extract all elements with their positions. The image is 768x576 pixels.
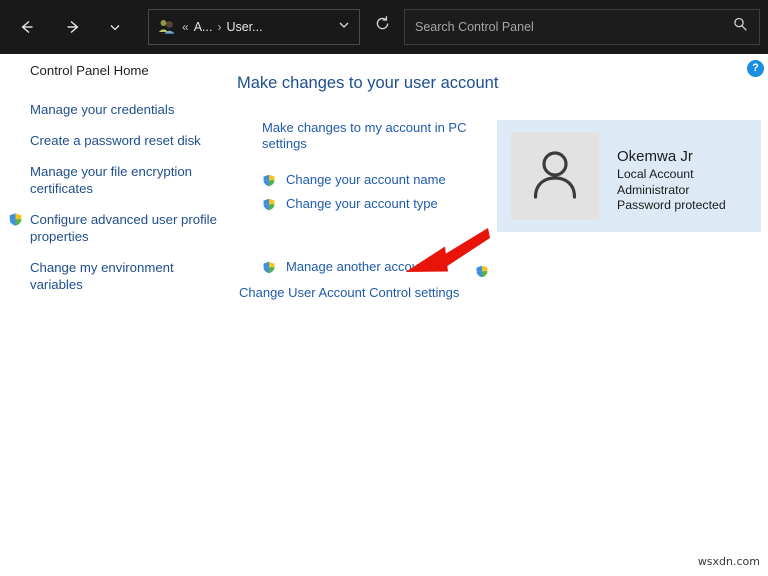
sidebar-item-environment-variables[interactable]: Change my environment variables: [0, 259, 232, 293]
search-input[interactable]: [415, 20, 715, 34]
sidebar-item-advanced-user-profile[interactable]: Configure advanced user profile properti…: [0, 211, 232, 245]
uac-shield-icon: [8, 212, 23, 227]
sidebar-item-label: Change my environment variables: [30, 260, 174, 292]
sidebar-item-label: Configure advanced user profile properti…: [30, 212, 217, 244]
sidebar-item-label: Create a password reset disk: [30, 133, 201, 148]
uac-shield-icon: [262, 260, 276, 275]
link-label: Change User Account Control settings: [239, 285, 460, 300]
link-change-account-type[interactable]: Change your account type: [262, 196, 497, 212]
account-detail-role: Administrator: [617, 182, 690, 197]
recent-locations-button[interactable]: [98, 10, 132, 44]
breadcrumb-separator[interactable]: ›: [217, 20, 221, 34]
link-label: Manage another account: [286, 259, 430, 274]
sidebar-item-manage-credentials[interactable]: Manage your credentials: [0, 101, 232, 118]
link-pc-settings[interactable]: Make changes to my account in PC setting…: [262, 120, 477, 152]
title-bar: « A... › User...: [0, 0, 768, 54]
arrow-right-icon: [64, 18, 82, 36]
sidebar-item-label: Manage your file encryption certificates: [30, 164, 193, 196]
page-title: Make changes to your user account: [237, 74, 499, 92]
account-summary-panel: Okemwa Jr Local Account Administrator Pa…: [497, 120, 761, 232]
breadcrumb-overflow[interactable]: «: [182, 20, 189, 34]
arrow-left-icon: [18, 18, 36, 36]
sidebar-item-password-reset-disk[interactable]: Create a password reset disk: [0, 132, 232, 149]
chevron-down-icon: [108, 20, 122, 34]
link-change-uac-settings[interactable]: Change User Account Control settings: [239, 265, 489, 301]
sidebar-item-control-panel-home[interactable]: Control Panel Home: [0, 62, 232, 79]
avatar: [511, 132, 599, 220]
link-manage-another-account[interactable]: Manage another account: [262, 259, 497, 275]
address-bar[interactable]: « A... › User...: [148, 9, 360, 45]
back-button[interactable]: [10, 10, 44, 44]
link-label: Change your account name: [286, 172, 446, 187]
user-avatar-icon: [526, 145, 584, 208]
sidebar-item-file-encryption-certificates[interactable]: Manage your file encryption certificates: [0, 163, 232, 197]
forward-button[interactable]: [56, 10, 90, 44]
account-info: Okemwa Jr Local Account Administrator Pa…: [617, 147, 726, 214]
account-detail-type: Local Account: [617, 167, 694, 181]
refresh-icon: [374, 15, 391, 37]
uac-shield-icon: [262, 173, 276, 188]
account-detail-password: Password protected: [617, 198, 726, 212]
user-accounts-icon: [157, 18, 177, 36]
search-box[interactable]: [404, 9, 760, 45]
help-question-mark-icon: ?: [752, 62, 759, 74]
link-change-account-name[interactable]: Change your account name: [262, 172, 497, 188]
search-icon[interactable]: [732, 16, 749, 38]
link-label: Make changes to my account in PC setting…: [262, 120, 467, 151]
breadcrumb-segment-2[interactable]: User...: [226, 20, 262, 34]
watermark: wsxdn.com: [697, 555, 760, 568]
help-button[interactable]: ?: [747, 60, 764, 77]
uac-shield-icon: [475, 264, 489, 279]
refresh-button[interactable]: [367, 11, 397, 41]
sidebar: Control Panel Home Manage your credentia…: [0, 62, 232, 307]
sidebar-item-label: Manage your credentials: [30, 102, 175, 117]
uac-shield-icon: [262, 197, 276, 212]
breadcrumb-segment-1[interactable]: A...: [194, 20, 213, 34]
sidebar-item-label: Control Panel Home: [30, 63, 149, 78]
account-name: Okemwa Jr: [617, 148, 693, 165]
address-dropdown-chevron-down-icon[interactable]: [337, 18, 351, 37]
link-label: Change your account type: [286, 196, 438, 211]
main-content: Make changes to your user account Make c…: [237, 72, 499, 311]
